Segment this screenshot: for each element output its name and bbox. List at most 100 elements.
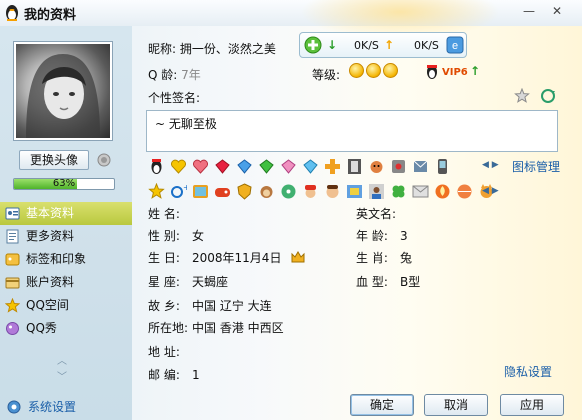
level-label: 等级:	[312, 68, 341, 82]
gender-label: 性 别:	[148, 229, 180, 243]
upload-speed: 0K/S	[414, 39, 439, 52]
qq-penguin-icon	[6, 5, 18, 21]
cancel-button[interactable]: 取消	[424, 394, 488, 416]
gear-icon	[7, 400, 21, 414]
music-disc-icon[interactable]	[280, 183, 297, 200]
star-settings-icon[interactable]	[514, 88, 530, 104]
sidebar-scroll-down-arrow[interactable]: ﹀	[56, 368, 68, 383]
location-row: 所在地: 中国 香港 中西区	[148, 318, 284, 338]
close-button[interactable]: ✕	[546, 2, 568, 20]
star-icon[interactable]	[148, 183, 165, 200]
tag-icon	[5, 253, 20, 266]
star-home-icon	[5, 298, 20, 313]
game-cross-icon[interactable]	[324, 158, 341, 175]
penguin-icon[interactable]	[148, 158, 165, 175]
shield-icon[interactable]	[236, 183, 253, 200]
qq-age-row: Q 龄: 7年	[148, 66, 201, 83]
svg-text:e: e	[452, 40, 458, 52]
sidebar-item-qzone[interactable]: QQ空间	[0, 294, 132, 317]
envelope-icon[interactable]	[412, 183, 429, 200]
english-name-row: 英文名:	[356, 204, 400, 224]
system-settings-link[interactable]: 系统设置	[6, 398, 76, 416]
ball-icon[interactable]	[456, 183, 473, 200]
monkey-icon[interactable]	[258, 183, 275, 200]
sidebar-item-label: QQ空间	[26, 298, 69, 312]
sun-level-icon	[383, 63, 398, 78]
avatar-show-icon[interactable]	[368, 183, 385, 200]
sidebar-item-account[interactable]: 账户资料	[0, 271, 132, 294]
zodiac-label: 生 肖:	[356, 251, 388, 265]
level-icons[interactable]	[349, 63, 400, 81]
minimize-button[interactable]: —	[518, 2, 540, 20]
document-icon	[6, 229, 19, 244]
sidebar-item-label: 基本资料	[26, 206, 75, 220]
q-plus-icon[interactable]: +	[170, 183, 187, 200]
music-box-icon[interactable]	[192, 183, 209, 200]
zodiac-value: 兔	[400, 251, 413, 265]
vip-level[interactable]: VIP6	[442, 67, 468, 78]
change-avatar-button[interactable]: 更换头像	[19, 150, 89, 170]
vip-penguin-icon[interactable]	[424, 64, 440, 80]
browser-icon[interactable]: e	[446, 36, 464, 54]
sidebar-item-basic-info[interactable]: 基本资料	[0, 202, 132, 225]
pet-icon[interactable]	[368, 158, 385, 175]
qq-guard-icon[interactable]	[304, 36, 322, 54]
postcode-label: 邮 编:	[148, 368, 180, 382]
fire-icon[interactable]	[434, 183, 451, 200]
camera-icon[interactable]	[96, 152, 112, 168]
upload-arrow-icon: ↑	[384, 38, 395, 52]
mail-icon[interactable]	[412, 158, 429, 175]
window-title: 我的资料	[24, 8, 77, 23]
sidebar-item-label: 更多资料	[26, 229, 75, 243]
heart-yellow-icon[interactable]	[170, 158, 187, 175]
blood-type-value: B型	[400, 275, 421, 289]
name-label: 姓 名:	[148, 207, 180, 221]
fireman-icon[interactable]	[302, 183, 319, 200]
system-settings-label: 系统设置	[28, 400, 77, 414]
diamond-blue-icon[interactable]	[236, 158, 253, 175]
birthday-value: 2008年11月4日	[192, 251, 282, 265]
sidebar-item-tags[interactable]: 标签和印象	[0, 248, 132, 271]
sidebar-item-label: 账户资料	[26, 275, 75, 289]
heart-red-icon[interactable]	[192, 158, 209, 175]
sidebar-scroll-up-arrow[interactable]: ︿	[56, 352, 68, 367]
map-icon[interactable]	[346, 183, 363, 200]
music-icon[interactable]	[390, 158, 407, 175]
hometown-row: 故 乡: 中国 辽宁 大连	[148, 296, 272, 316]
signature-input[interactable]: ~ 无聊至极	[146, 110, 558, 152]
avatar[interactable]	[14, 42, 112, 140]
age-value: 3	[400, 229, 408, 243]
ok-button[interactable]: 确定	[350, 394, 414, 416]
birthday-row: 生 日: 2008年11月4日	[148, 248, 305, 268]
sidebar-item-more-info[interactable]: 更多资料	[0, 225, 132, 248]
postcode-row: 邮 编: 1	[148, 365, 200, 385]
profile-completion-bar: 63%	[13, 178, 115, 190]
sun-level-icon	[366, 63, 381, 78]
qq-show-icon	[6, 322, 19, 335]
privacy-settings-link[interactable]: 隐私设置	[504, 363, 552, 380]
constellation-label: 星 座:	[148, 275, 180, 289]
hometown-label: 故 乡:	[148, 299, 180, 313]
postcode-value: 1	[192, 368, 200, 382]
apply-button[interactable]: 应用	[500, 394, 564, 416]
game-controller-icon[interactable]	[214, 183, 231, 200]
blood-type-label: 血 型:	[356, 275, 388, 289]
sidebar-item-qq-show[interactable]: QQ秀	[0, 317, 132, 340]
download-arrow-icon: ↓	[327, 38, 338, 52]
film-icon[interactable]	[346, 158, 363, 175]
diamond-pink-icon[interactable]	[280, 158, 297, 175]
diamond-red-icon[interactable]	[214, 158, 231, 175]
qq-age-label: Q 龄:	[148, 68, 178, 82]
signature-label: 个性签名:	[148, 91, 201, 105]
icon-scroll-arrows-2[interactable]: ◀ ▶	[482, 186, 499, 196]
icon-scroll-arrows[interactable]: ◀ ▶	[482, 160, 499, 170]
diamond-green-icon[interactable]	[258, 158, 275, 175]
refresh-icon[interactable]	[540, 88, 556, 104]
phone-icon[interactable]	[434, 158, 451, 175]
svg-text:+: +	[183, 183, 187, 192]
diamond-cyan-icon[interactable]	[302, 158, 319, 175]
icon-manager-link[interactable]: 图标管理	[512, 158, 560, 175]
left-panel: 更换头像 63% 基本资料 更多资料 标签和印象 账户资料 QQ空间 QQ秀 ︿…	[0, 26, 132, 420]
face-icon[interactable]	[324, 183, 341, 200]
clover-icon[interactable]	[390, 183, 407, 200]
